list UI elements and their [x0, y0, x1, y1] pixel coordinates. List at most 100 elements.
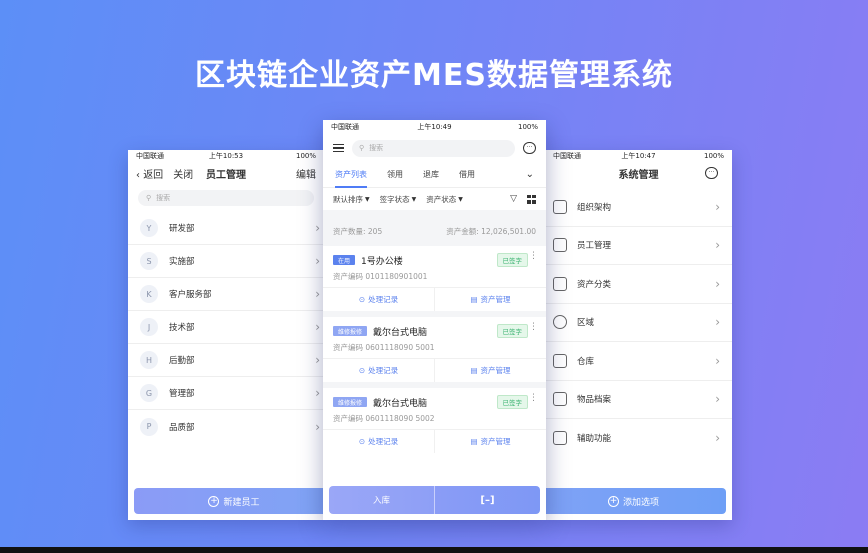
- search-icon: ⚲: [359, 144, 365, 152]
- asset-card[interactable]: 维修报修 戴尔台式电脑 已签字 ⋮ 资产编码 0601118090 5001 ⊙…: [323, 317, 546, 382]
- list-item[interactable]: 辅助功能 ›: [545, 419, 732, 458]
- asset-card[interactable]: 在用 1号办公楼 已签字 ⋮ 资产编码 0101180901001 ⊙ 处理记录 …: [323, 246, 546, 311]
- list-item[interactable]: K 客户服务部 ›: [128, 278, 324, 311]
- avatar: S: [140, 252, 158, 270]
- menu-icon[interactable]: [333, 143, 344, 153]
- archive-icon: [553, 392, 567, 407]
- history-button[interactable]: ⊙ 处理记录: [323, 359, 434, 382]
- page-title: 系统管理: [618, 169, 659, 181]
- tab-receive[interactable]: 领用: [387, 162, 403, 188]
- plus-icon: +: [607, 495, 619, 507]
- chevron-right-icon: ›: [315, 287, 320, 301]
- chevron-right-icon: ›: [715, 276, 720, 291]
- asset-manage-button[interactable]: ▤ 资产管理: [434, 288, 546, 311]
- sort-dropdown[interactable]: 默认排序 ▼: [333, 194, 370, 205]
- sign-status-dropdown[interactable]: 签字状态 ▼: [380, 194, 417, 205]
- asset-name: 戴尔台式电脑: [373, 327, 428, 338]
- manage-icon: ▤: [470, 295, 478, 304]
- chevron-right-icon: ›: [715, 238, 720, 253]
- system-management-screen: 中国联通 上午10:47 100% 系统管理 ··· 组织架构 › 员工管理 ›…: [545, 150, 732, 520]
- header: ⚲ 搜索 ···: [323, 134, 546, 162]
- asset-code: 资产编码 0101180901001: [333, 272, 428, 281]
- add-employee-button[interactable]: + 新建员工: [134, 488, 324, 514]
- department-name: 技术部: [169, 323, 195, 333]
- tab-asset-list[interactable]: 资产列表: [335, 162, 367, 188]
- department-name: 研发部: [169, 224, 195, 234]
- chevron-down-icon[interactable]: ⌄: [526, 169, 534, 180]
- more-icon[interactable]: ⋮: [529, 394, 538, 403]
- search-input[interactable]: ⚲ 搜索: [352, 139, 515, 157]
- status-bar: 中国联通 上午10:47 100%: [545, 150, 732, 162]
- tools-icon: [553, 431, 567, 446]
- asset-name: 戴尔台式电脑: [373, 398, 428, 409]
- department-list: Y 研发部 › S 实施部 › K 客户服务部 › J 技术部 › H 后勤部: [128, 212, 324, 443]
- chevron-right-icon: ›: [315, 221, 320, 235]
- more-icon[interactable]: ⋮: [529, 323, 538, 332]
- list-item[interactable]: 区域 ›: [545, 304, 732, 342]
- list-item[interactable]: G 管理部 ›: [128, 377, 324, 410]
- list-item[interactable]: J 技术部 ›: [128, 311, 324, 344]
- asset-summary: 资产数量: 205 资产金额: 12,026,501.00: [323, 216, 546, 246]
- search-icon: ⚲: [146, 194, 152, 202]
- list-item[interactable]: 员工管理 ›: [545, 227, 732, 265]
- stock-in-button[interactable]: 入库: [329, 486, 434, 514]
- scan-button[interactable]: [–]: [434, 486, 540, 514]
- menu-item-label: 辅助功能: [577, 434, 612, 445]
- avatar: J: [140, 318, 158, 336]
- tab-borrow[interactable]: 借用: [459, 162, 475, 188]
- chevron-right-icon: ›: [715, 392, 720, 407]
- employee-management-screen: 中国联通 上午10:53 100% ‹ 返回 关闭 员工管理 编辑 ⚲ 搜索 Y…: [128, 150, 324, 520]
- category-icon: [553, 276, 567, 291]
- staff-icon: [553, 238, 567, 253]
- department-name: 实施部: [169, 257, 195, 267]
- search-input[interactable]: ⚲ 搜索: [138, 190, 314, 206]
- menu-item-label: 区域: [577, 318, 595, 329]
- menu-item-label: 员工管理: [577, 241, 612, 252]
- chevron-right-icon: ›: [715, 315, 720, 330]
- manage-icon: ▤: [470, 437, 478, 446]
- department-name: 后勤部: [169, 356, 195, 366]
- search-placeholder: 搜索: [156, 194, 171, 202]
- banner-title: 区块链企业资产MES数据管理系统: [195, 58, 673, 93]
- status-time: 上午10:49: [417, 123, 452, 131]
- asset-amount: 资产金额: 12,026,501.00: [446, 226, 536, 236]
- asset-manage-button[interactable]: ▤ 资产管理: [434, 359, 546, 382]
- page-title: 员工管理: [206, 169, 246, 181]
- add-option-button[interactable]: + 添加选项: [545, 488, 726, 514]
- more-icon[interactable]: ⋮: [529, 252, 538, 261]
- chevron-right-icon: ›: [715, 353, 720, 368]
- add-employee-label: 新建员工: [223, 497, 260, 508]
- list-item[interactable]: H 后勤部 ›: [128, 344, 324, 377]
- menu-item-label: 组织架构: [577, 202, 612, 213]
- message-icon[interactable]: ···: [705, 167, 718, 179]
- filter-icon[interactable]: ▽: [510, 194, 517, 204]
- menu-item-label: 资产分类: [577, 279, 612, 290]
- list-item[interactable]: 物品档案 ›: [545, 381, 732, 419]
- history-button[interactable]: ⊙ 处理记录: [323, 430, 434, 453]
- list-item[interactable]: Y 研发部 ›: [128, 212, 324, 245]
- chevron-right-icon: ›: [315, 419, 320, 434]
- asset-card[interactable]: 维修报修 戴尔台式电脑 已签字 ⋮ 资产编码 0601118090 5002 ⊙…: [323, 388, 546, 453]
- tab-return[interactable]: 退库: [423, 162, 439, 188]
- list-item[interactable]: S 实施部 ›: [128, 245, 324, 278]
- asset-status-dropdown[interactable]: 资产状态 ▼: [426, 194, 463, 205]
- history-icon: ⊙: [358, 366, 366, 375]
- chevron-right-icon: ›: [715, 431, 720, 446]
- list-item[interactable]: 仓库 ›: [545, 342, 732, 381]
- tab-bar: 资产列表 领用 退库 借用 ⌄: [323, 162, 546, 188]
- list-item[interactable]: 组织架构 ›: [545, 188, 732, 227]
- avatar: P: [140, 417, 158, 436]
- asset-manage-button[interactable]: ▤ 资产管理: [434, 430, 546, 453]
- asset-list-screen: 中国联通 上午10:49 100% ⚲ 搜索 ··· 资产列表 领用 退库 借用…: [323, 120, 546, 520]
- chevron-right-icon: ›: [715, 199, 720, 214]
- message-icon[interactable]: ···: [523, 142, 536, 154]
- grid-view-icon[interactable]: [527, 194, 536, 204]
- list-item[interactable]: 资产分类 ›: [545, 265, 732, 304]
- nav-bar: ‹ 返回 关闭 员工管理 编辑: [128, 162, 324, 184]
- nav-bar: 系统管理 ···: [545, 162, 732, 184]
- history-button[interactable]: ⊙ 处理记录: [323, 288, 434, 311]
- status-badge: 在用: [333, 255, 356, 265]
- list-item[interactable]: P 品质部 ›: [128, 410, 324, 443]
- signed-badge: 已签字: [496, 324, 528, 338]
- edit-button[interactable]: 编辑: [296, 166, 316, 181]
